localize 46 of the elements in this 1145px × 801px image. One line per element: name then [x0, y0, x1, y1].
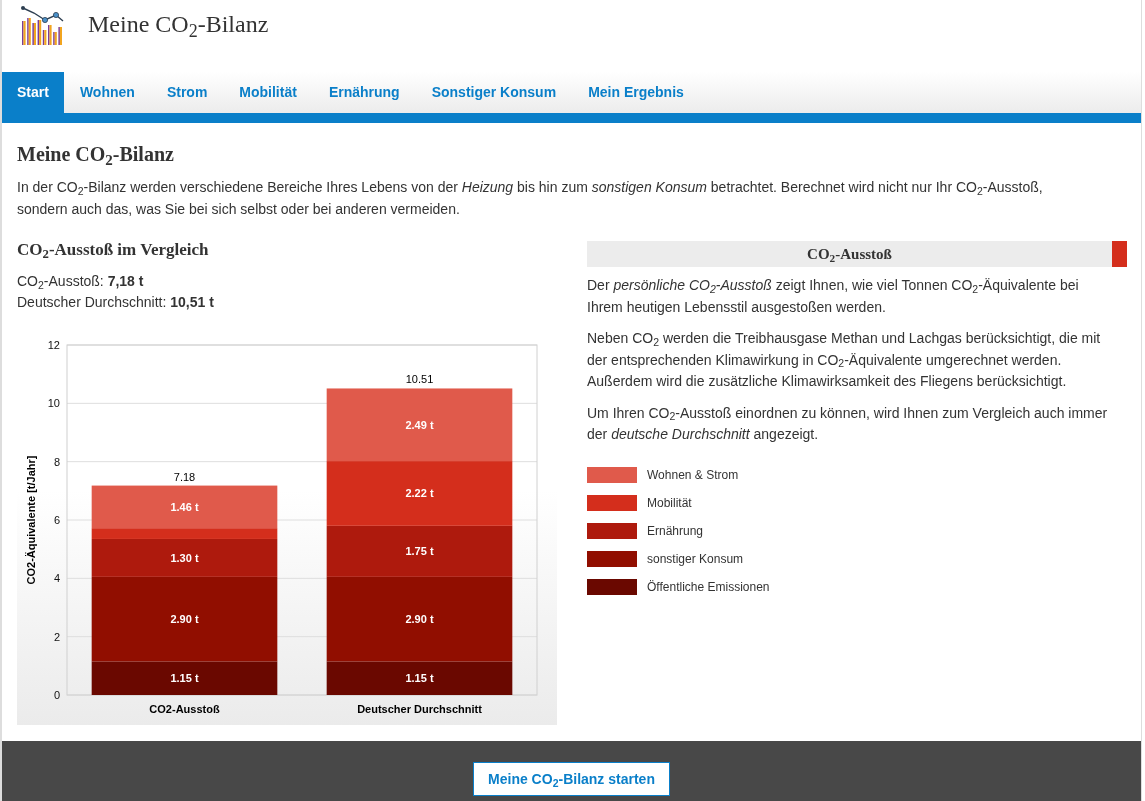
category-label: Deutscher Durchschnitt [357, 703, 482, 715]
nav-tab[interactable]: Wohnen [63, 72, 151, 113]
total-label: 7.18 [173, 470, 196, 483]
legend-label: Mobilität [647, 494, 692, 511]
info-paragraph: Der persönliche CO$_{2}$-Ausstoß zeigt Ihnen, wie viel Tonnen CO$_{2}$-Äquivalente bei Ihrem heutigen Lebensstil ausgestoßen werden. [587, 276, 1080, 317]
nav-tab[interactable]: Sonstiger Konsum [415, 72, 573, 113]
legend-label: Ernährung [647, 522, 704, 539]
value-label: 2.90 t [405, 613, 434, 626]
axis-tick-label: 8 [53, 455, 60, 468]
stat-line: CO$_{2}$-Ausstoß: 7,18 t [17, 272, 145, 292]
legend-label: Wohnen & Strom [647, 466, 739, 483]
value-label: 1.15 t [405, 672, 434, 685]
info-paragraph: Um Ihren CO$_{2}$-Ausstoß einordnen zu können, wird Ihnen zum Vergleich auch immer der deutsche Durchschnitt angezeigt. [587, 403, 1109, 444]
axis-tick-label: 10 [47, 397, 60, 410]
nav-tab[interactable]: Start [2, 72, 64, 113]
info-paragraph: Neben CO$_{2}$ werden die Treibhausgase Methan und Lachgas berücksichtigt, die mit der entsprechenden Klimawirkung in CO$_{2}$-Äquivalente umgerechnet werden. Außerdem wird die zusätzliche Klimawirksamkeit des Fliegens berücksichtigt. [587, 329, 1102, 391]
axis-tick-label: 12 [47, 339, 60, 351]
axis-tick-label: 6 [53, 514, 60, 526]
axis-tick-label: 2 [53, 630, 60, 643]
nav-tab[interactable]: Mein Ergebnis [572, 72, 700, 113]
nav-tab[interactable]: Ernährung [312, 72, 416, 113]
value-label: 1.46 t [170, 500, 199, 513]
value-label: 2.49 t [405, 418, 434, 431]
axis-tick-label: 0 [53, 689, 60, 701]
intro-text: In der CO$_{2}$-Bilanz werden verschiedene Bereiche Ihres Lebens von der Heizung bis hin zum sonstigen Konsum betrachtet. Berechnet wird nicht nur Ihr CO$_{2}$-Ausstoß, sondern auch das, was Sie bei sich selbst oder bei anderen vermeiden. [17, 178, 1044, 219]
bar-chart-logo-icon [20, 5, 65, 45]
corner-marker-icon [1112, 241, 1127, 267]
axis-tick-label: 4 [53, 572, 60, 585]
value-label: 1.30 t [170, 551, 199, 564]
value-label: 1.15 t [170, 672, 199, 685]
nav-tab[interactable]: Strom [150, 72, 224, 113]
section-heading: CO$_{2}$-Ausstoß im Vergleich [17, 239, 210, 262]
stat-line: Deutscher Durchschnitt: 10,51 t [17, 293, 215, 312]
panel-title: CO$_{2}$-Ausstoß [806, 245, 893, 266]
value-label: 2.90 t [170, 613, 199, 626]
value-label: 1.75 t [405, 545, 434, 558]
category-label: CO2-Ausstoß [149, 703, 220, 715]
page-heading: Meine CO$_{2}$-Bilanz [17, 142, 175, 168]
nav-tab[interactable]: Mobilität [223, 72, 313, 113]
axis-title: CO2-Äquivalente [t/Jahr] [25, 455, 37, 585]
start-button[interactable]: Meine CO$_{2}$-Bilanz starten [473, 762, 670, 796]
legend-label: Öffentliche Emissionen [647, 578, 770, 595]
value-label: 2.22 t [405, 487, 434, 500]
total-label: 10.51 [405, 373, 434, 386]
app-title: Meine CO$_{2}$-Bilanz [88, 10, 269, 39]
legend-label: sonstiger Konsum [647, 550, 744, 567]
